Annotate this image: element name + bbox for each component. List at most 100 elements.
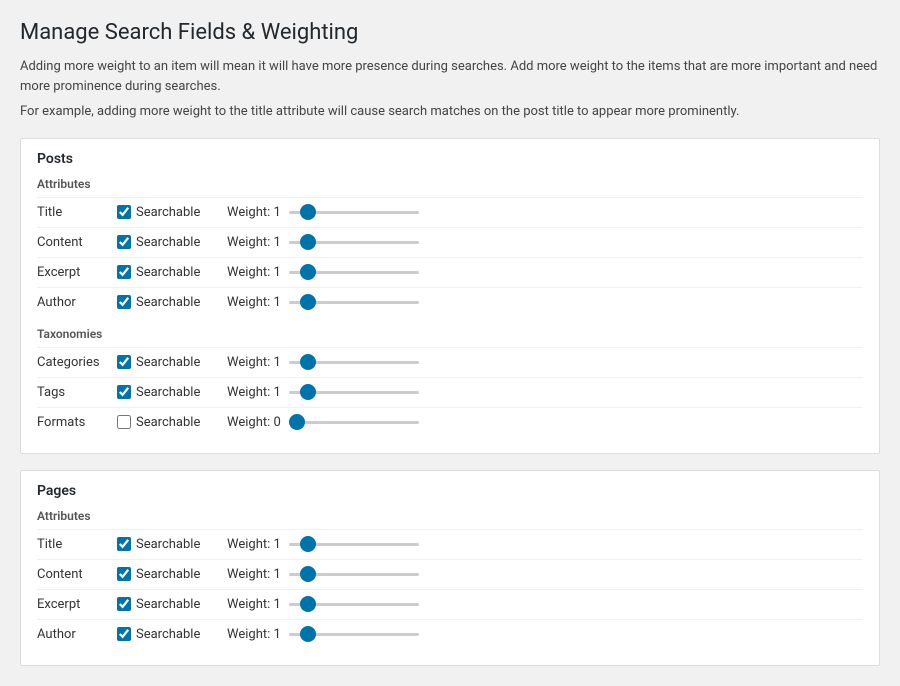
weight-label-posts-attr-3: Weight: 1 bbox=[227, 295, 281, 310]
searchable-checkbox-posts-attr-0[interactable] bbox=[117, 205, 131, 219]
weight-slider-pages-attr-0[interactable] bbox=[289, 543, 419, 546]
searchable-text: Searchable bbox=[136, 265, 200, 280]
searchable-text: Searchable bbox=[136, 537, 200, 552]
searchable-label-pages-attr-3[interactable]: Searchable bbox=[117, 627, 227, 642]
searchable-text: Searchable bbox=[136, 415, 200, 430]
section-title-pages: Pages bbox=[37, 483, 863, 499]
weight-slider-pages-attr-3[interactable] bbox=[289, 633, 419, 636]
searchable-label-posts-tax-1[interactable]: Searchable bbox=[117, 385, 227, 400]
table-row: Title Searchable Weight: 1 bbox=[37, 197, 863, 227]
slider-container-posts-attr-0 bbox=[289, 211, 863, 214]
weight-slider-pages-attr-1[interactable] bbox=[289, 573, 419, 576]
weight-slider-posts-attr-2[interactable] bbox=[289, 271, 419, 274]
weight-slider-posts-attr-3[interactable] bbox=[289, 301, 419, 304]
searchable-text: Searchable bbox=[136, 295, 200, 310]
field-name-posts-tax-0: Categories bbox=[37, 355, 117, 370]
description-2: For example, adding more weight to the t… bbox=[20, 102, 880, 122]
searchable-label-posts-attr-3[interactable]: Searchable bbox=[117, 295, 227, 310]
weight-label-posts-tax-1: Weight: 1 bbox=[227, 385, 281, 400]
searchable-checkbox-posts-attr-2[interactable] bbox=[117, 265, 131, 279]
searchable-label-posts-tax-0[interactable]: Searchable bbox=[117, 355, 227, 370]
searchable-text: Searchable bbox=[136, 235, 200, 250]
weight-label-pages-attr-1: Weight: 1 bbox=[227, 567, 281, 582]
weight-label-pages-attr-0: Weight: 1 bbox=[227, 537, 281, 552]
table-row: Title Searchable Weight: 1 bbox=[37, 529, 863, 559]
searchable-text: Searchable bbox=[136, 205, 200, 220]
searchable-checkbox-posts-tax-0[interactable] bbox=[117, 355, 131, 369]
searchable-label-pages-attr-2[interactable]: Searchable bbox=[117, 597, 227, 612]
searchable-checkbox-pages-attr-3[interactable] bbox=[117, 627, 131, 641]
searchable-checkbox-posts-attr-3[interactable] bbox=[117, 295, 131, 309]
field-name-posts-tax-1: Tags bbox=[37, 385, 117, 400]
slider-container-posts-attr-3 bbox=[289, 301, 863, 304]
weight-label-posts-attr-1: Weight: 1 bbox=[227, 235, 281, 250]
taxonomies-group-posts: TaxonomiesCategoriesSearchableWeight: 1T… bbox=[37, 327, 863, 437]
searchable-checkbox-posts-attr-1[interactable] bbox=[117, 235, 131, 249]
weight-label-posts-attr-2: Weight: 1 bbox=[227, 265, 281, 280]
section-title-posts: Posts bbox=[37, 151, 863, 167]
searchable-checkbox-posts-tax-2[interactable] bbox=[117, 415, 131, 429]
slider-container-posts-tax-1 bbox=[289, 391, 863, 394]
searchable-label-posts-tax-2[interactable]: Searchable bbox=[117, 415, 227, 430]
searchable-label-pages-attr-0[interactable]: Searchable bbox=[117, 537, 227, 552]
description-1: Adding more weight to an item will mean … bbox=[20, 57, 880, 96]
searchable-label-posts-attr-1[interactable]: Searchable bbox=[117, 235, 227, 250]
table-row: Tags Searchable Weight: 1 bbox=[37, 377, 863, 407]
weight-slider-pages-attr-2[interactable] bbox=[289, 603, 419, 606]
page-title: Manage Search Fields & Weighting bbox=[20, 20, 880, 45]
weight-label-pages-attr-2: Weight: 1 bbox=[227, 597, 281, 612]
attributes-group-pages: AttributesTitleSearchableWeight: 1Conten… bbox=[37, 509, 863, 649]
searchable-checkbox-posts-tax-1[interactable] bbox=[117, 385, 131, 399]
slider-container-posts-attr-2 bbox=[289, 271, 863, 274]
slider-container-pages-attr-3 bbox=[289, 633, 863, 636]
searchable-text: Searchable bbox=[136, 567, 200, 582]
weight-label-posts-tax-2: Weight: 0 bbox=[227, 415, 281, 430]
slider-container-posts-tax-0 bbox=[289, 361, 863, 364]
field-name-posts-tax-2: Formats bbox=[37, 415, 117, 430]
searchable-label-posts-attr-0[interactable]: Searchable bbox=[117, 205, 227, 220]
weight-slider-posts-tax-0[interactable] bbox=[289, 361, 419, 364]
slider-container-posts-tax-2 bbox=[289, 421, 863, 424]
searchable-text: Searchable bbox=[136, 385, 200, 400]
slider-container-pages-attr-2 bbox=[289, 603, 863, 606]
searchable-label-pages-attr-1[interactable]: Searchable bbox=[117, 567, 227, 582]
table-row: Categories Searchable Weight: 1 bbox=[37, 347, 863, 377]
attributes-label-pages: Attributes bbox=[37, 509, 863, 523]
field-name-pages-attr-2: Excerpt bbox=[37, 597, 117, 612]
slider-container-pages-attr-1 bbox=[289, 573, 863, 576]
searchable-checkbox-pages-attr-1[interactable] bbox=[117, 567, 131, 581]
weight-slider-posts-attr-0[interactable] bbox=[289, 211, 419, 214]
slider-container-posts-attr-1 bbox=[289, 241, 863, 244]
searchable-checkbox-pages-attr-2[interactable] bbox=[117, 597, 131, 611]
searchable-label-posts-attr-2[interactable]: Searchable bbox=[117, 265, 227, 280]
searchable-text: Searchable bbox=[136, 627, 200, 642]
taxonomies-label-posts: Taxonomies bbox=[37, 327, 863, 341]
attributes-label-posts: Attributes bbox=[37, 177, 863, 191]
table-row: Content Searchable Weight: 1 bbox=[37, 227, 863, 257]
slider-container-pages-attr-0 bbox=[289, 543, 863, 546]
searchable-text: Searchable bbox=[136, 355, 200, 370]
field-name-posts-attr-3: Author bbox=[37, 295, 117, 310]
field-name-pages-attr-3: Author bbox=[37, 627, 117, 642]
field-name-posts-attr-2: Excerpt bbox=[37, 265, 117, 280]
field-name-pages-attr-0: Title bbox=[37, 537, 117, 552]
field-name-posts-attr-1: Content bbox=[37, 235, 117, 250]
searchable-text: Searchable bbox=[136, 597, 200, 612]
searchable-checkbox-pages-attr-0[interactable] bbox=[117, 537, 131, 551]
weight-label-posts-tax-0: Weight: 1 bbox=[227, 355, 281, 370]
table-row: Formats Searchable Weight: 0 bbox=[37, 407, 863, 437]
weight-slider-posts-attr-1[interactable] bbox=[289, 241, 419, 244]
table-row: Content Searchable Weight: 1 bbox=[37, 559, 863, 589]
table-row: Excerpt Searchable Weight: 1 bbox=[37, 589, 863, 619]
weight-label-pages-attr-3: Weight: 1 bbox=[227, 627, 281, 642]
weight-slider-posts-tax-2[interactable] bbox=[289, 421, 419, 424]
table-row: Excerpt Searchable Weight: 1 bbox=[37, 257, 863, 287]
section-posts: PostsAttributesTitleSearchableWeight: 1C… bbox=[20, 138, 880, 454]
weight-slider-posts-tax-1[interactable] bbox=[289, 391, 419, 394]
table-row: Author Searchable Weight: 1 bbox=[37, 619, 863, 649]
weight-label-posts-attr-0: Weight: 1 bbox=[227, 205, 281, 220]
field-name-pages-attr-1: Content bbox=[37, 567, 117, 582]
table-row: Author Searchable Weight: 1 bbox=[37, 287, 863, 317]
section-pages: PagesAttributesTitleSearchableWeight: 1C… bbox=[20, 470, 880, 666]
field-name-posts-attr-0: Title bbox=[37, 205, 117, 220]
